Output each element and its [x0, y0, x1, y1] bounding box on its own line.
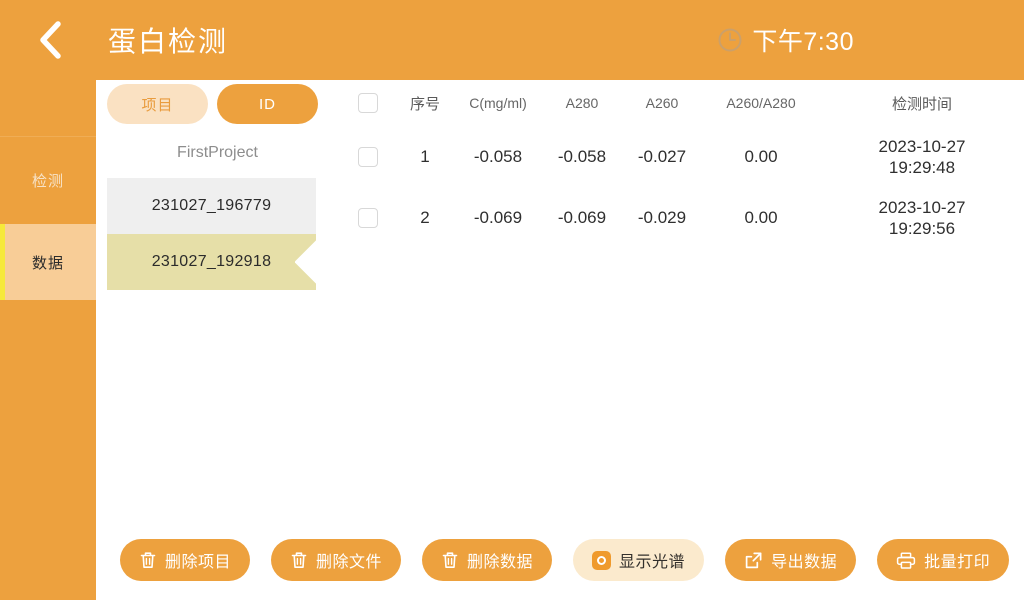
file-list: 231027_196779 231027_192918 [107, 178, 316, 290]
select-all-cell [339, 80, 396, 126]
cell-concentration: -0.058 [454, 126, 542, 187]
column-header-time: 检测时间 [820, 80, 1024, 126]
delete-file-label: 删除文件 [316, 548, 382, 572]
column-header-a280: A280 [542, 80, 622, 126]
sidebar-item-label: 数据 [32, 252, 64, 273]
cell-ratio: 0.00 [702, 126, 820, 187]
table-row[interactable]: 2 -0.069 -0.069 -0.029 0.00 2023-10-27 1… [339, 187, 1024, 248]
list-item[interactable]: 231027_196779 [107, 178, 316, 234]
segment-id[interactable]: ID [217, 84, 318, 124]
trash-icon [139, 550, 157, 570]
cell-index: 1 [396, 126, 454, 187]
table-header-row: 序号 C(mg/ml) A280 A260 A260/A280 检测时间 [339, 80, 1024, 126]
page-title: 蛋白检测 [108, 0, 228, 80]
export-data-button[interactable]: 导出数据 [725, 539, 856, 581]
cell-a280: -0.058 [542, 126, 622, 187]
segment-project-label: 项目 [141, 94, 173, 115]
cell-date: 2023-10-27 [820, 136, 1024, 157]
export-data-label: 导出数据 [771, 548, 837, 572]
batch-print-label: 批量打印 [924, 548, 990, 572]
delete-file-button[interactable]: 删除文件 [271, 539, 401, 581]
row-checkbox[interactable] [358, 147, 378, 167]
batch-print-button[interactable]: 批量打印 [877, 539, 1009, 581]
delete-data-label: 删除数据 [467, 548, 533, 572]
export-icon [744, 551, 763, 570]
clock-display: 下午7:30 [717, 0, 854, 80]
data-table: 序号 C(mg/ml) A280 A260 A260/A280 检测时间 1 -… [339, 80, 1024, 248]
back-button[interactable] [22, 14, 78, 66]
file-item-label: 231027_192918 [152, 253, 272, 271]
delete-project-label: 删除项目 [165, 548, 231, 572]
show-spectrum-button[interactable]: 显示光谱 [573, 539, 704, 581]
list-item[interactable]: 231027_192918 [107, 234, 316, 290]
clock-icon [717, 27, 743, 53]
row-checkbox[interactable] [358, 208, 378, 228]
file-item-label: 231027_196779 [152, 197, 272, 215]
cell-time: 2023-10-27 19:29:56 [820, 187, 1024, 248]
delete-project-button[interactable]: 删除项目 [120, 539, 250, 581]
project-name: FirstProject [96, 144, 339, 162]
printer-icon [896, 551, 916, 570]
clock-time: 下午7:30 [752, 22, 854, 58]
show-spectrum-label: 显示光谱 [619, 548, 685, 572]
selected-notch-icon [295, 234, 317, 290]
cell-clock: 19:29:56 [820, 218, 1024, 239]
cell-time: 2023-10-27 19:29:48 [820, 126, 1024, 187]
segment-id-label: ID [259, 96, 276, 113]
cell-concentration: -0.069 [454, 187, 542, 248]
cell-clock: 19:29:48 [820, 157, 1024, 178]
column-header-concentration: C(mg/ml) [454, 80, 542, 126]
cell-a260: -0.029 [622, 187, 702, 248]
table-body: 1 -0.058 -0.058 -0.027 0.00 2023-10-27 1… [339, 126, 1024, 248]
cell-a260: -0.027 [622, 126, 702, 187]
segment-control: 项目 ID [107, 84, 318, 124]
cell-date: 2023-10-27 [820, 197, 1024, 218]
trash-icon [290, 550, 308, 570]
spectrum-dot-icon [592, 551, 611, 570]
sidebar-item-data[interactable]: 数据 [0, 224, 96, 300]
cell-ratio: 0.00 [702, 187, 820, 248]
sidebar-item-detection[interactable]: 检测 [0, 136, 96, 224]
column-header-index: 序号 [396, 80, 454, 126]
sidebar-active-indicator [0, 224, 5, 300]
sidebar-item-label: 检测 [32, 170, 64, 191]
action-bar: 删除项目 删除文件 删除数据 显示光 [96, 520, 1024, 600]
data-table-area: 序号 C(mg/ml) A280 A260 A260/A280 检测时间 1 -… [339, 80, 1024, 518]
app-root: 检测 数据 蛋白检测 下午7:30 项目 ID [0, 0, 1024, 600]
column-header-a260: A260 [622, 80, 702, 126]
sidebar: 检测 数据 [0, 0, 96, 600]
column-header-ratio: A260/A280 [702, 80, 820, 126]
trash-icon [441, 550, 459, 570]
app-header: 蛋白检测 下午7:30 [0, 0, 1024, 80]
chevron-left-icon [37, 19, 63, 61]
cell-index: 2 [396, 187, 454, 248]
cell-a280: -0.069 [542, 187, 622, 248]
select-all-checkbox[interactable] [358, 93, 378, 113]
delete-data-button[interactable]: 删除数据 [422, 539, 552, 581]
table-header: 序号 C(mg/ml) A280 A260 A260/A280 检测时间 [339, 80, 1024, 126]
row-checkbox-cell [339, 126, 396, 187]
segment-project[interactable]: 项目 [107, 84, 208, 124]
row-checkbox-cell [339, 187, 396, 248]
table-row[interactable]: 1 -0.058 -0.058 -0.027 0.00 2023-10-27 1… [339, 126, 1024, 187]
